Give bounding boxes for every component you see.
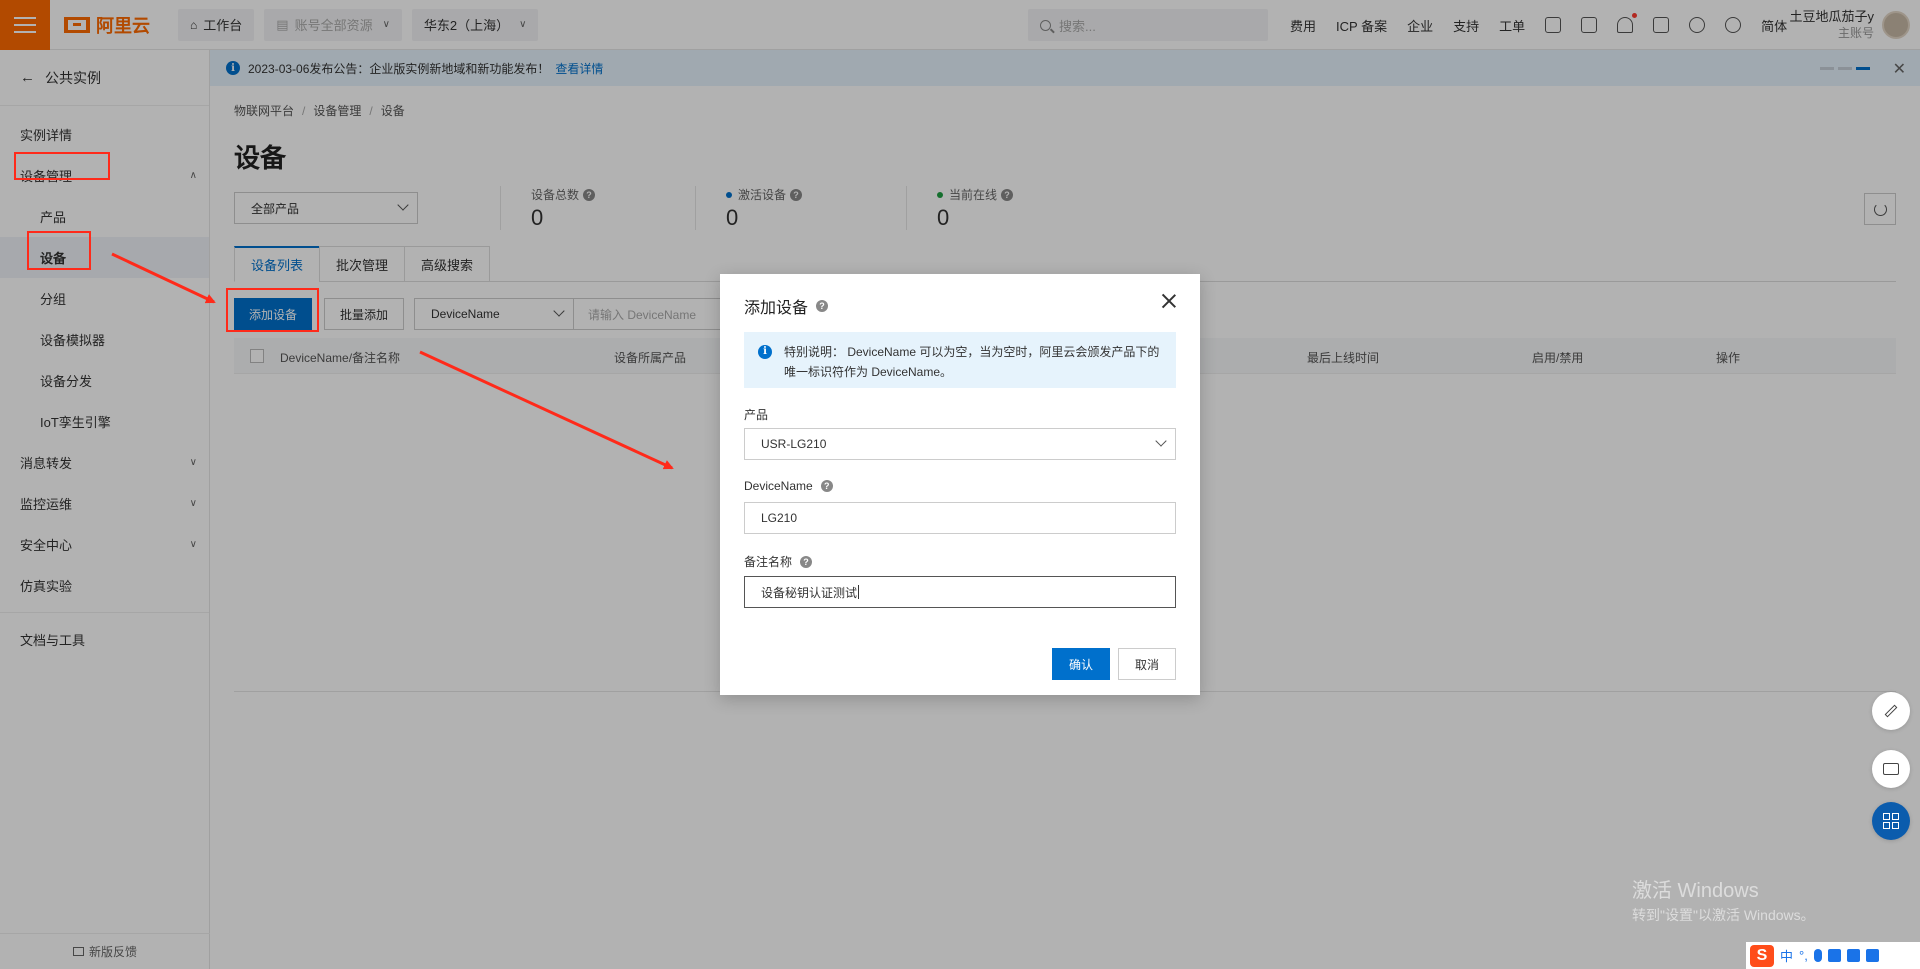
device-name-input[interactable]: LG210: [744, 502, 1176, 534]
info-icon: i: [758, 345, 772, 359]
notice-line1: 特别说明： DeviceName 可以为空，当为空时，阿里云会颁发产品下的: [784, 345, 1160, 359]
device-name-label-text: DeviceName: [744, 479, 813, 493]
dialog-notice: i 特别说明： DeviceName 可以为空，当为空时，阿里云会颁发产品下的 …: [744, 332, 1176, 388]
close-icon[interactable]: [1160, 292, 1178, 310]
dialog-title: 添加设备 ?: [744, 294, 829, 318]
apps-icon: [1883, 813, 1899, 829]
apps-float-button[interactable]: [1872, 802, 1910, 840]
pencil-icon: [1884, 704, 1898, 718]
watermark-line1: 激活 Windows: [1632, 880, 1759, 902]
device-name-value: LG210: [761, 511, 798, 525]
product-select-value: USR-LG210: [761, 437, 827, 451]
keyboard-icon[interactable]: [1827, 949, 1841, 962]
chat-float-button[interactable]: [1872, 750, 1910, 788]
skin-icon[interactable]: [1846, 949, 1860, 962]
help-icon[interactable]: ?: [800, 555, 813, 568]
edit-float-button[interactable]: [1872, 692, 1910, 730]
chat-icon: [1883, 763, 1899, 775]
notice-line2: 唯一标识符作为 DeviceName。: [784, 365, 953, 379]
text-caret: [858, 585, 860, 599]
device-name-field-label: DeviceName ?: [744, 479, 833, 493]
dialog-title-text: 添加设备: [744, 300, 809, 317]
ime-mode[interactable]: 中: [1780, 946, 1793, 965]
chevron-down-icon: [1155, 435, 1167, 447]
arrow-to-add-button: [111, 252, 216, 304]
product-field-label: 产品: [744, 408, 769, 422]
windows-activation-watermark: 激活 Windows 转到"设置"以激活 Windows。: [1632, 874, 1815, 925]
punctuation-icon[interactable]: °,: [1799, 948, 1808, 963]
product-select[interactable]: USR-LG210: [744, 428, 1176, 460]
cancel-button[interactable]: 取消: [1118, 648, 1176, 680]
microphone-icon[interactable]: [1813, 949, 1822, 962]
grid-icon[interactable]: [1865, 949, 1879, 962]
ime-toolbar[interactable]: S 中 °,: [1746, 942, 1920, 969]
help-icon[interactable]: ?: [820, 480, 833, 492]
confirm-button[interactable]: 确认: [1052, 648, 1110, 680]
remark-label-text: 备注名称: [744, 555, 793, 569]
ime-logo[interactable]: S: [1750, 944, 1774, 967]
remark-value: 设备秘钥认证测试: [761, 585, 858, 600]
remark-field-label: 备注名称 ?: [744, 553, 813, 570]
remark-input[interactable]: 设备秘钥认证测试: [744, 576, 1176, 608]
help-icon[interactable]: ?: [816, 300, 829, 312]
add-device-dialog: 添加设备 ? i 特别说明： DeviceName 可以为空，当为空时，阿里云会…: [720, 274, 1200, 695]
watermark-line2: 转到"设置"以激活 Windows。: [1632, 907, 1815, 923]
arrow-to-modal: [419, 350, 674, 470]
